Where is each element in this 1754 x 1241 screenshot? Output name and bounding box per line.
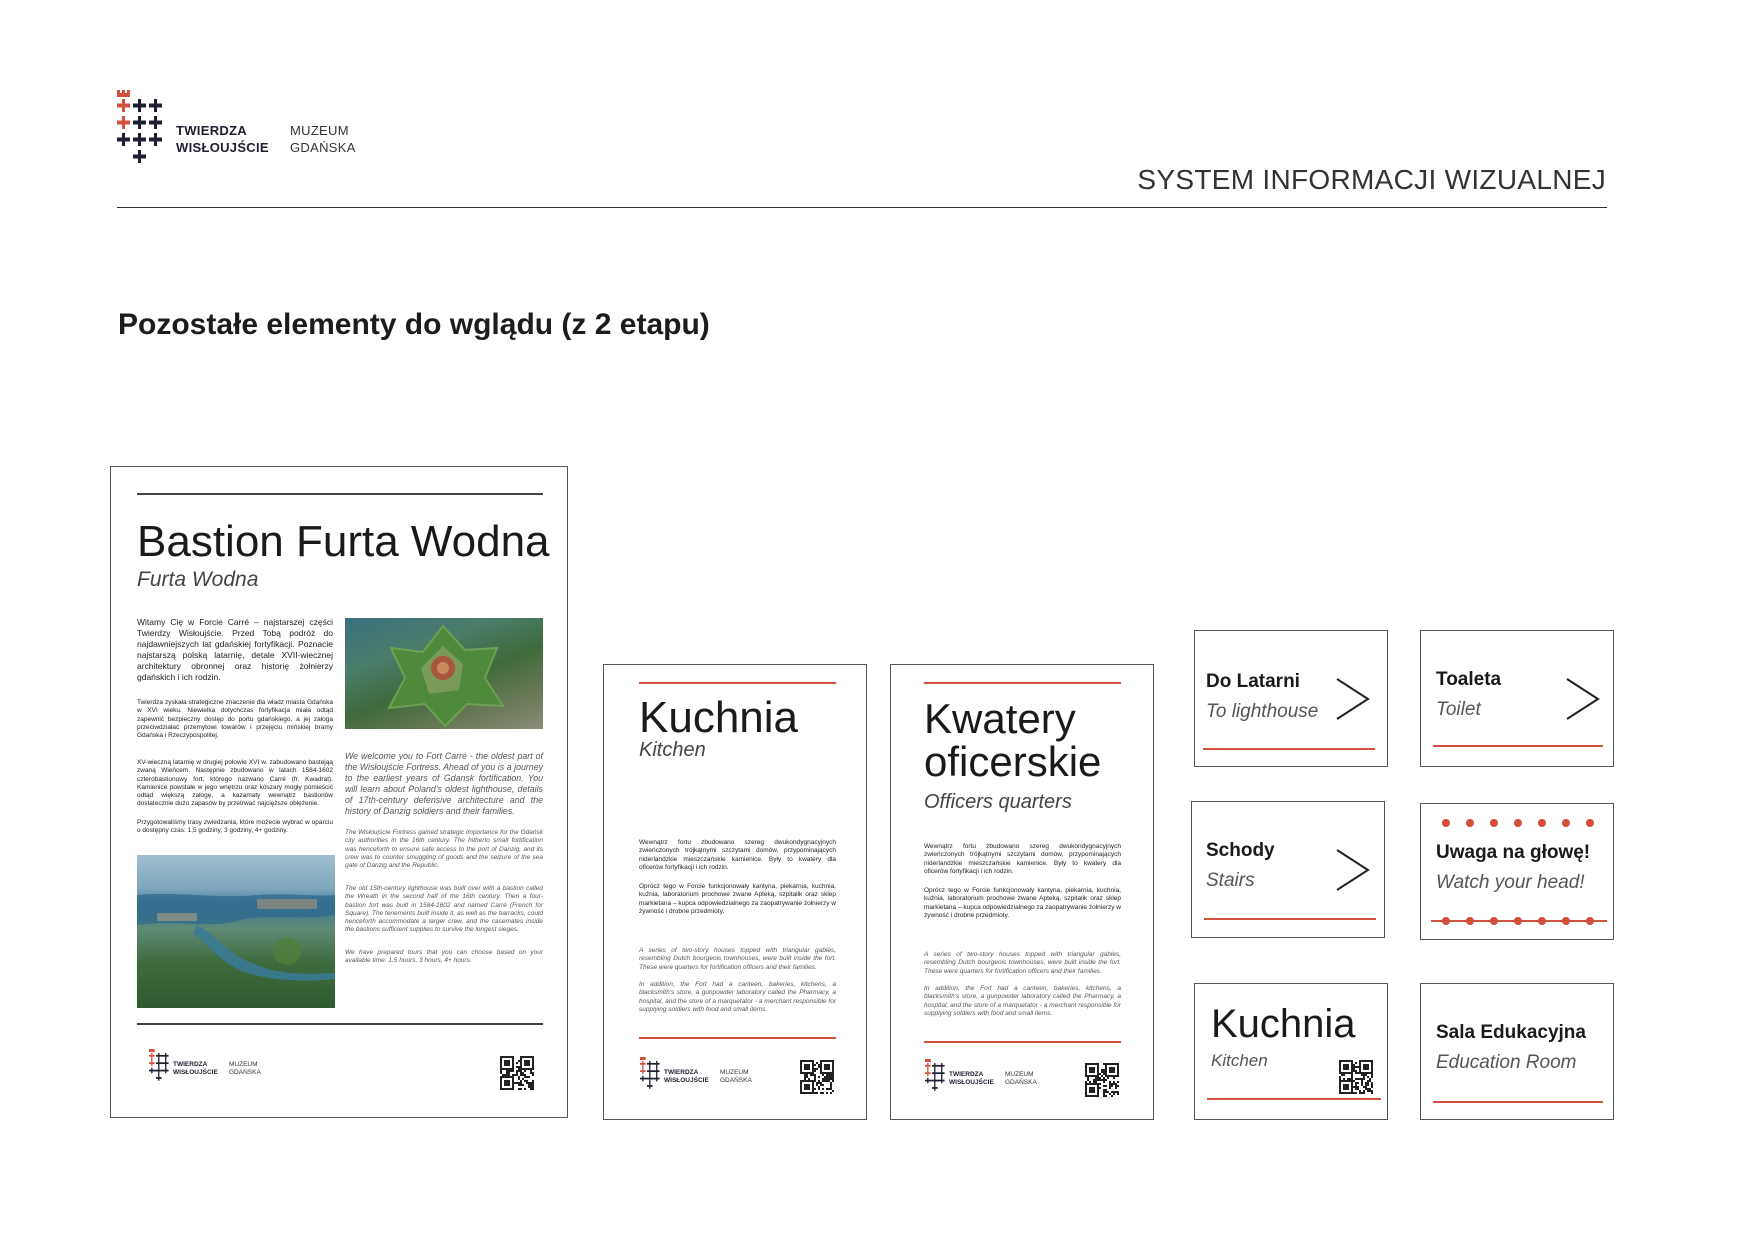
footer-museum-2: GDAŃSKA [720, 1077, 752, 1084]
fortress-logo-icon [640, 1057, 660, 1089]
board-officers: Kwatery oficerskie Officers quarters Wew… [890, 664, 1154, 1120]
sign-subtitle: Stairs [1206, 870, 1255, 891]
sign-rule [1433, 1101, 1603, 1103]
body-en-2: The old 15th-century lighthouse was buil… [345, 885, 543, 934]
board-top-rule [137, 493, 543, 495]
board-title: Kwatery oficerskie [924, 697, 1101, 783]
body-en-1: A series of two-story houses topped with… [639, 947, 836, 971]
harbor-aerial-photo [137, 855, 335, 1008]
footer-logo-name-1: TWIERDZA [173, 1061, 208, 1068]
board-title-line1: Kwatery [924, 695, 1076, 742]
sign-subtitle: Toilet [1436, 699, 1481, 720]
footer-logo-name-1: TWIERDZA [949, 1071, 984, 1078]
sign-lighthouse: Do Latarni To lighthouse [1194, 630, 1388, 767]
warning-dots-top [1442, 819, 1594, 827]
sign-subtitle: Watch your head! [1436, 872, 1585, 893]
logo-name-line1: TWIERDZA [176, 123, 247, 138]
qr-code-icon [1085, 1063, 1119, 1097]
sign-title: Sala Edukacyjna [1436, 1022, 1586, 1043]
qr-code-icon [1339, 1060, 1373, 1094]
footer-museum-2: GDAŃSKA [1005, 1079, 1037, 1086]
sign-education: Sala Edukacyjna Education Room [1420, 983, 1614, 1120]
body-en-2: In addition, the Fort had a canteen, bak… [639, 981, 836, 1013]
chevron-right-icon [1566, 678, 1600, 720]
fortress-logo-icon [117, 90, 162, 163]
qr-code-icon [500, 1056, 534, 1090]
footer-logo-name-1: TWIERDZA [664, 1069, 699, 1076]
sign-toilet: Toaleta Toilet [1420, 630, 1614, 767]
board-footer-logo: TWIERDZA WISŁOUJŚCIE MUZEUM GDAŃSKA [925, 1059, 1045, 1095]
body-pl-2: Oprócz tego w Forcie funkcjonowały kanty… [924, 887, 1121, 919]
body-pl-1: Wewnątrz fortu zbudowano szereg dwukondy… [924, 843, 1121, 875]
footer-museum-1: MUZEUM [229, 1061, 258, 1068]
sign-rule [1207, 1098, 1381, 1100]
body-pl-2: XV-wieczną latarnię w drugiej połowie XV… [137, 759, 333, 808]
board-bottom-rule [639, 1037, 836, 1039]
sign-title: Do Latarni [1206, 671, 1300, 692]
footer-museum-1: MUZEUM [720, 1069, 749, 1076]
fortress-logo-icon [925, 1059, 945, 1091]
sign-subtitle: Education Room [1436, 1052, 1577, 1073]
warning-dots-bottom [1431, 917, 1607, 925]
photo-caption-1: · [345, 733, 347, 737]
logo-museum-line1: MUZEUM [290, 123, 349, 138]
sign-rule [1204, 918, 1376, 920]
footer-logo-name-2: WISŁOUJŚCIE [949, 1079, 994, 1086]
sign-rule [1433, 745, 1603, 747]
board-footer-logo: TWIERDZA WISŁOUJŚCIE MUZEUM GDAŃSKA [149, 1049, 261, 1089]
sign-subtitle: Kitchen [1211, 1051, 1268, 1070]
photo-caption-2: · [137, 1012, 139, 1016]
body-en-2: In addition, the Fort had a canteen, bak… [924, 985, 1121, 1017]
chevron-right-icon [1336, 849, 1370, 891]
qr-code-icon [800, 1060, 834, 1094]
logo-museum-line2: GDAŃSKA [290, 140, 356, 155]
board-subtitle: Furta Wodna [137, 568, 259, 591]
section-title: Pozostałe elementy do wglądu (z 2 etapu) [118, 308, 710, 341]
sign-stairs: Schody Stairs [1191, 801, 1385, 938]
logo-wordmark: TWIERDZA WISŁOUJŚCIE [176, 122, 269, 156]
board-top-rule [924, 682, 1121, 684]
board-kitchen: Kuchnia Kitchen Wewnątrz fortu zbudowano… [603, 664, 867, 1120]
body-pl-1: Twierdza zyskała strategiczne znaczenie … [137, 699, 333, 740]
board-subtitle: Kitchen [639, 739, 706, 761]
header-divider [117, 207, 1607, 208]
body-pl-2: Oprócz tego w Forcie funkcjonowały kanty… [639, 883, 836, 915]
body-en-1: The Wisłoujście Fortress gained strategi… [345, 829, 543, 870]
intro-pl: Witamy Cię w Forcie Carré – najstarszej … [137, 617, 333, 682]
fort-aerial-photo [345, 618, 543, 729]
board-subtitle: Officers quarters [924, 791, 1072, 813]
intro-en: We welcome you to Fort Carré - the oldes… [345, 751, 543, 816]
sign-title: Uwaga na głowę! [1436, 842, 1591, 863]
board-bottom-rule [924, 1041, 1121, 1043]
body-pl-3: Przygotowaliśmy trasy zwiedzania, które … [137, 819, 333, 835]
board-bastion: Bastion Furta Wodna Furta Wodna Witamy C… [110, 466, 568, 1118]
board-footer-logo: TWIERDZA WISŁOUJŚCIE MUZEUM GDAŃSKA [640, 1057, 760, 1093]
fortress-logo-icon [149, 1049, 169, 1081]
chevron-right-icon [1336, 678, 1370, 720]
sign-rule [1203, 748, 1375, 750]
board-title: Bastion Furta Wodna [137, 517, 550, 566]
museum-wordmark: MUZEUM GDAŃSKA [290, 122, 356, 156]
harbor-landscape [137, 893, 335, 981]
board-top-rule [639, 682, 836, 684]
board-bottom-rule [137, 1023, 543, 1025]
footer-logo-name-2: WISŁOUJŚCIE [664, 1077, 709, 1084]
body-en-3: We have prepared tours that you can choo… [345, 949, 543, 965]
sign-kitchen: Kuchnia Kitchen [1194, 983, 1388, 1120]
body-en-1: A series of two-story houses topped with… [924, 951, 1121, 975]
body-pl-1: Wewnątrz fortu zbudowano szereg dwukondy… [639, 839, 836, 871]
system-title: SYSTEM INFORMACJI WIZUALNEJ [1137, 164, 1606, 195]
sign-title: Toaleta [1436, 669, 1502, 690]
sign-title: Kuchnia [1211, 1002, 1356, 1046]
fort-star-shape [387, 624, 505, 728]
board-title-line2: oficerskie [924, 738, 1102, 785]
sign-title: Schody [1206, 840, 1275, 861]
board-title: Kuchnia [639, 693, 799, 742]
footer-museum-1: MUZEUM [1005, 1071, 1034, 1078]
footer-museum-2: GDAŃSKA [229, 1069, 261, 1076]
sign-watch-head: Uwaga na głowę! Watch your head! [1420, 803, 1614, 940]
sign-subtitle: To lighthouse [1206, 701, 1319, 722]
footer-logo-name-2: WISŁOUJŚCIE [173, 1069, 218, 1076]
logo-name-line2: WISŁOUJŚCIE [176, 140, 269, 155]
